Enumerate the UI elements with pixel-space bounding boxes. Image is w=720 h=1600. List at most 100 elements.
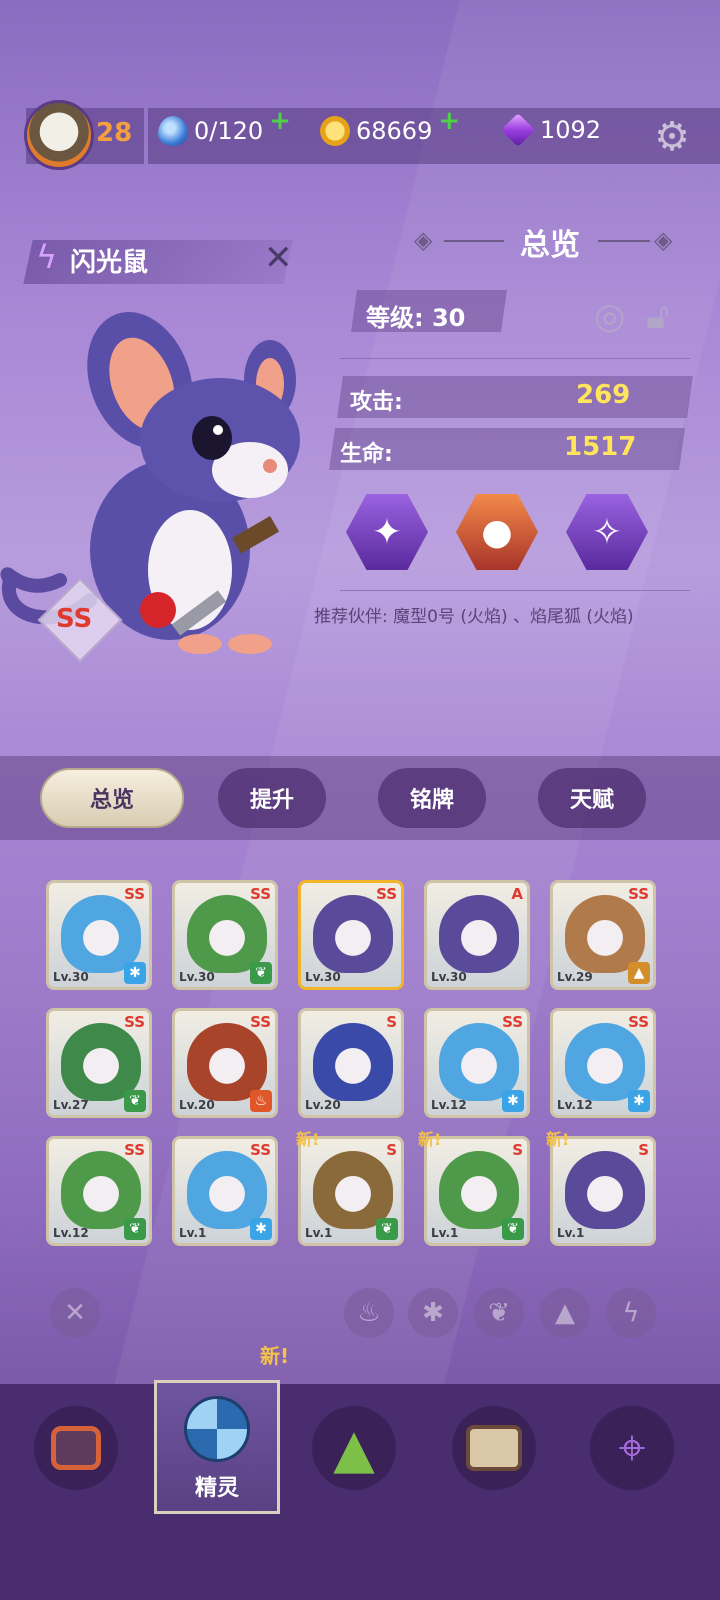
spiral-icon [184,1396,250,1462]
pet-grade: SS [124,885,145,903]
pet-card[interactable]: SS Lv.27 ❦ [46,1008,152,1118]
leaf-filter-icon[interactable]: ❦ [474,1288,524,1338]
nav-map-pin-icon[interactable]: ⌖ [590,1406,674,1490]
tab-nameplate[interactable]: 铭牌 [378,768,486,828]
leaf-element-icon: ❦ [124,1218,146,1240]
ornament-left-icon: ◈ [414,226,433,254]
pet-grade: S [512,1141,523,1159]
bolt-filter-icon[interactable]: ϟ [606,1288,656,1338]
pet-card[interactable]: S Lv.1 ❦ [424,1136,530,1246]
lock-icon[interactable]: 🔓︎ [646,296,669,338]
pet-level: Lv.1 [179,1226,207,1240]
hp-value: 1517 [564,432,637,462]
leaf-element-icon: ❦ [250,962,272,984]
leaf-element-icon: ❦ [502,1218,524,1240]
leaf-element-icon: ❦ [376,1218,398,1240]
coin-value: 68669 [356,117,433,145]
pet-grade: SS [502,1013,523,1031]
leaf-element-icon: ❦ [124,1090,146,1112]
pet-card[interactable]: SS Lv.30 ❦ [172,880,278,990]
attack-value: 269 [576,380,631,410]
player-level: 28 [96,118,133,148]
pet-card[interactable]: SS Lv.1 ✱ [172,1136,278,1246]
ring-icon[interactable]: ◎ [594,296,625,337]
grade-badge: SS [56,604,93,634]
ice-element-icon: ✱ [628,1090,650,1112]
new-badge: 新! [546,1130,570,1149]
pet-card[interactable]: S Lv.1 ❦ [298,1136,404,1246]
slash-icon: ✧ [591,512,623,553]
divider [340,358,690,359]
hp-label: 生命: [340,442,393,467]
rock-element-icon: ▲ [628,962,650,984]
fire-element-icon: ♨ [250,1090,272,1112]
pet-level: Lv.12 [431,1098,467,1112]
pet-card[interactable]: SS Lv.29 ▲ [550,880,656,990]
ice-element-icon: ✱ [124,962,146,984]
ornament-line [598,240,650,242]
gem-icon [501,113,535,147]
nav-pets-label: 精灵 [194,1476,239,1501]
close-icon[interactable]: ✕ [264,238,293,278]
lightning-icon: ϟ [36,238,58,276]
pet-portrait [565,1151,645,1229]
pet-card[interactable]: SS Lv.30 ✱ [46,880,152,990]
pet-card[interactable]: ALv.30ϟ [424,880,530,990]
pet-level: 等级: 30 [366,298,465,333]
coin-icon [320,116,350,146]
pet-level: Lv.30 [305,970,341,984]
new-badge: 新! [260,1344,290,1368]
pet-card[interactable]: SLv.20ϟ [298,1008,404,1118]
ornament-line [444,240,504,242]
pet-level: Lv.27 [53,1098,89,1112]
pet-level: Lv.30 [179,970,215,984]
add-coins-button[interactable]: + [438,106,460,136]
ice-element-icon: ✱ [250,1218,272,1240]
pet-grade: S [386,1141,397,1159]
nav-shop-icon[interactable] [34,1406,118,1490]
add-stamina-button[interactable]: + [269,106,291,136]
pet-card[interactable]: SS Lv.12 ❦ [46,1136,152,1246]
ice-element-icon: ✱ [502,1090,524,1112]
pet-level: Lv.1 [557,1226,585,1240]
fire-filter-icon[interactable]: ♨ [344,1288,394,1338]
pet-grade: SS [250,1141,271,1159]
pet-level: Lv.12 [53,1226,89,1240]
pet-name-tag [23,240,293,284]
fireball-icon: ● [481,512,513,553]
nav-world-icon[interactable]: ▲ [312,1406,396,1490]
level-value: 30 [431,304,466,332]
pet-level: Lv.12 [557,1098,593,1112]
clear-filter-button[interactable]: ✕ [50,1288,100,1338]
tab-overview[interactable]: 总览 [40,768,184,828]
pet-grade: S [386,1013,397,1031]
tab-talent[interactable]: 天赋 [538,768,646,828]
divider [340,590,690,591]
pet-card[interactable]: SS Lv.20 ♨ [172,1008,278,1118]
tab-upgrade[interactable]: 提升 [218,768,326,828]
new-badge: 新! [296,1130,320,1149]
pet-portrait [313,1023,393,1101]
pet-portrait [313,895,393,973]
pet-level: Lv.30 [431,970,467,984]
ice-filter-icon[interactable]: ✱ [408,1288,458,1338]
nav-inventory-icon[interactable] [452,1406,536,1490]
pet-card[interactable]: SSLv.30ϟ [298,880,404,990]
player-avatar[interactable] [24,100,94,170]
pet-level: Lv.20 [305,1098,341,1112]
rock-filter-icon[interactable]: ▲ [540,1288,590,1338]
stamina-value: 0/120 [194,117,264,145]
gem-value: 1092 [540,116,602,144]
shuriken-icon: ✦ [371,512,403,553]
pet-card[interactable]: SLv.1ϟ [550,1136,656,1246]
attack-label: 攻击: [350,390,403,415]
pet-grade: SS [376,885,397,903]
gear-icon[interactable]: ⚙ [654,114,690,160]
coin-counter: 68669 + [320,106,460,146]
pet-grade: A [511,885,523,903]
pet-level: Lv.1 [305,1226,333,1240]
overview-title: 总览 [520,228,580,263]
pet-card[interactable]: SS Lv.12 ✱ [424,1008,530,1118]
pet-portrait [439,895,519,973]
pet-card[interactable]: SS Lv.12 ✱ [550,1008,656,1118]
